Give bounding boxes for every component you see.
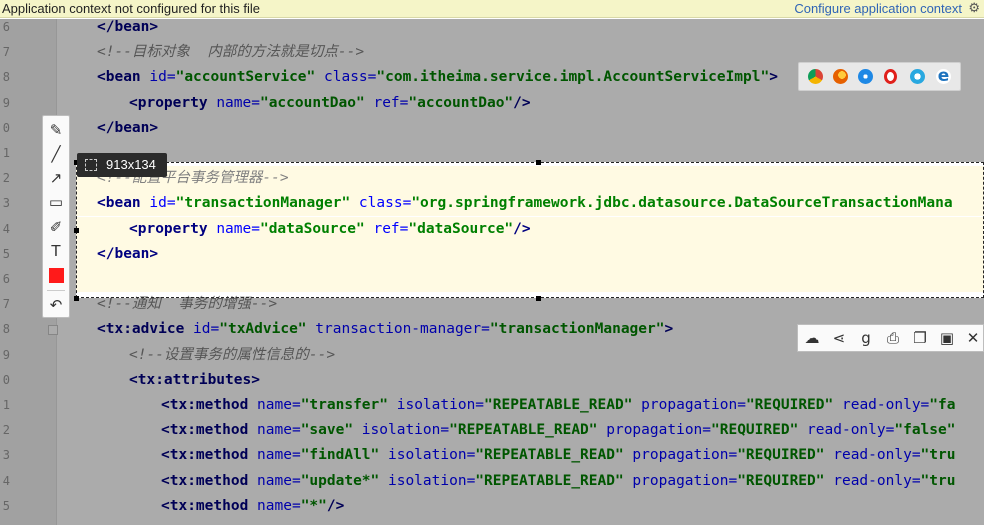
safari-icon[interactable]	[858, 69, 873, 84]
edge-icon[interactable]: e	[936, 68, 951, 85]
google-icon[interactable]: g	[855, 328, 877, 348]
line-icon[interactable]: ╱	[43, 142, 69, 166]
toolbar-divider	[47, 290, 65, 291]
chrome-icon[interactable]	[808, 69, 823, 84]
copy-icon[interactable]: ❐	[909, 328, 931, 348]
opera-icon[interactable]	[884, 69, 897, 84]
firefox-icon[interactable]	[833, 69, 848, 84]
selection-size-badge: 913x134	[77, 153, 167, 177]
text-icon[interactable]: T	[43, 239, 69, 263]
print-icon[interactable]: ⎙	[882, 328, 904, 348]
resize-handle-bl[interactable]	[74, 296, 79, 301]
arrow-icon[interactable]: ↗	[43, 166, 69, 190]
code-editor[interactable]: 6 </bean> 7 <!--目标对象 内部的方法就是切点--> 8 <bean id=…	[0, 19, 984, 525]
selection-icon	[85, 159, 97, 171]
marker-icon[interactable]: ✐	[43, 215, 69, 239]
capture-selection[interactable]	[76, 162, 984, 298]
color-swatch-icon[interactable]	[49, 268, 64, 283]
resize-handle-ml[interactable]	[74, 228, 79, 233]
rectangle-icon[interactable]: ▭	[43, 190, 69, 214]
save-icon[interactable]: ▣	[936, 328, 958, 348]
resize-handle-bm[interactable]	[536, 296, 541, 301]
share-icon[interactable]: ⋖	[828, 328, 850, 348]
selection-size-label: 913x134	[106, 157, 156, 172]
annotation-toolbar: ✎ ╱ ↗ ▭ ✐ T ↶	[42, 115, 70, 318]
notification-bar: Application context not configured for t…	[0, 0, 984, 18]
gear-icon[interactable]: ⚙	[968, 0, 980, 16]
capture-action-toolbar: ☁ ⋖ g ⎙ ❐ ▣ ✕	[797, 324, 984, 352]
resize-handle-tm[interactable]	[536, 160, 541, 165]
pen-icon[interactable]: ✎	[43, 118, 69, 142]
browser-preview-bar: e	[798, 62, 961, 91]
configure-context-link[interactable]: Configure application context	[794, 1, 962, 16]
undo-icon[interactable]: ↶	[43, 293, 69, 317]
close-icon[interactable]: ✕	[962, 328, 984, 348]
notification-message: Application context not configured for t…	[2, 1, 260, 16]
ie-icon[interactable]	[910, 69, 925, 84]
cloud-upload-icon[interactable]: ☁	[801, 328, 823, 348]
